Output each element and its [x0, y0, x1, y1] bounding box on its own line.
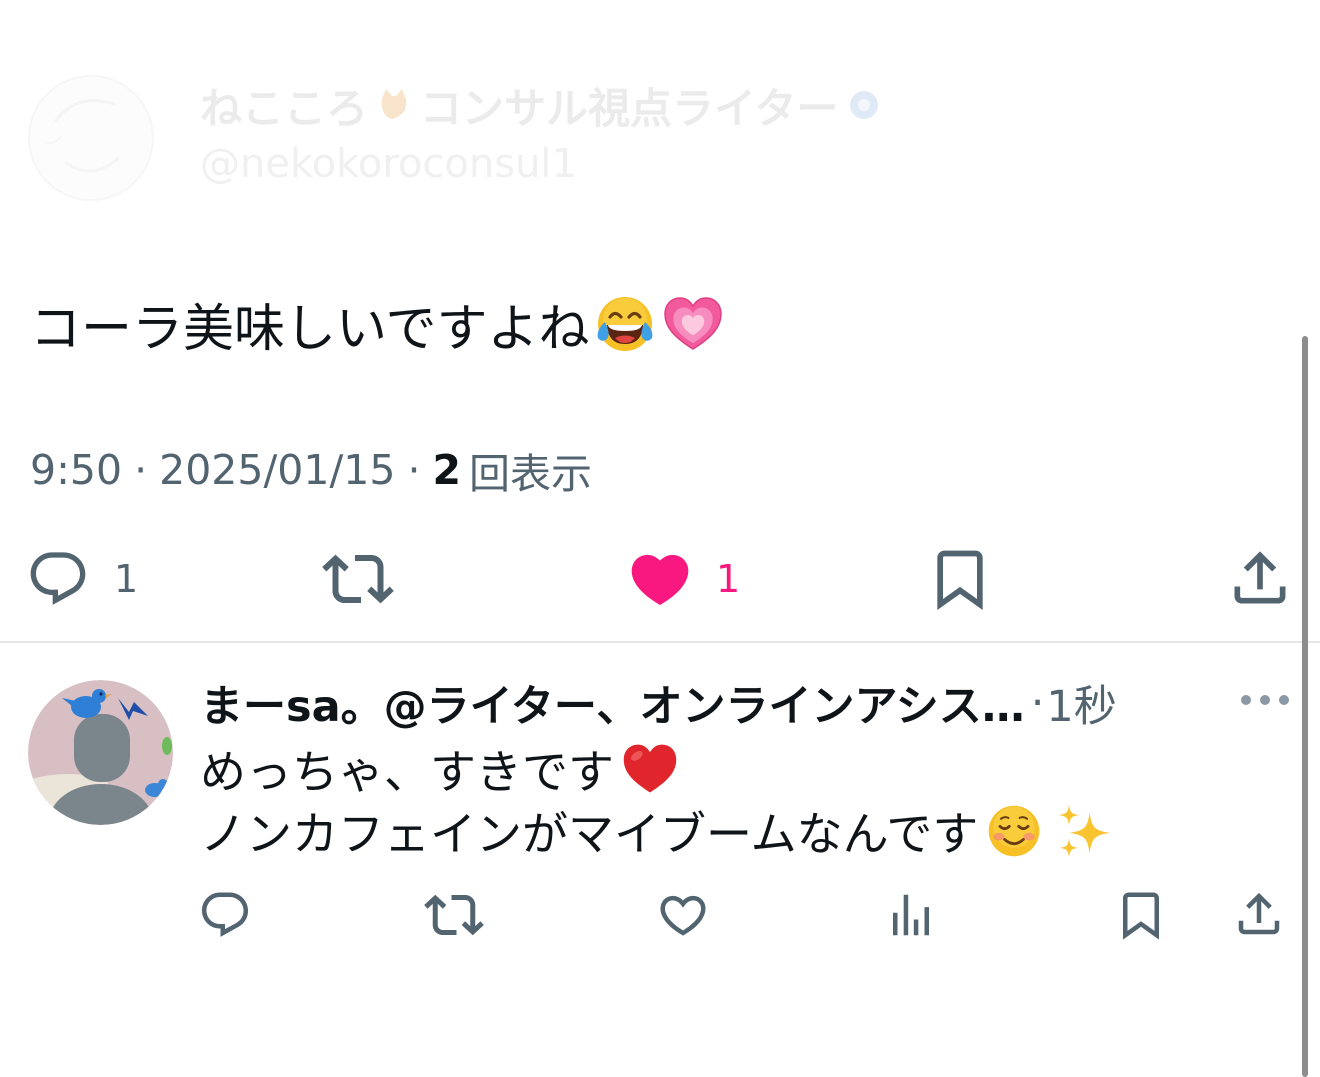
reply-bookmark-button[interactable] [1114, 888, 1168, 942]
share-button[interactable] [1226, 544, 1294, 612]
tweet-text: コーラ美味しいですよね [30, 288, 725, 360]
reply-icon [198, 888, 252, 942]
bookmark-icon [926, 545, 994, 613]
reply-button[interactable]: 1 [26, 547, 138, 611]
sparkles-emoji [1054, 801, 1114, 861]
reply-icon [26, 547, 90, 611]
author-name-part2: コンサル視点ライター [420, 83, 839, 133]
reply-text-line: めっちゃ、すきです [200, 745, 614, 799]
reply-time[interactable]: 1秒 [1046, 672, 1116, 734]
author-avatar[interactable] [25, 72, 157, 204]
author-name[interactable]: ねこころ コンサル視点ライター [200, 76, 890, 134]
reply-like-button[interactable] [656, 888, 710, 942]
reply-views-button[interactable] [884, 888, 938, 942]
views-count[interactable]: 2 [432, 446, 461, 494]
cat-emoji [374, 85, 414, 125]
author-handle[interactable]: @nekokoroconsul1 [200, 138, 577, 190]
face-with-tears-of-joy-emoji [593, 292, 657, 356]
reply-repost-button[interactable] [424, 885, 484, 945]
divider [0, 641, 1320, 643]
views-icon [884, 888, 938, 942]
reply-line-2: ノンカフェインがマイブームなんです [200, 800, 1114, 862]
repost-icon [424, 885, 484, 945]
like-count: 1 [716, 557, 741, 601]
like-button[interactable]: 1 [626, 545, 740, 613]
red-heart-emoji [620, 739, 680, 799]
growing-heart-emoji [661, 292, 725, 356]
more-dots-icon[interactable] [1241, 688, 1289, 712]
scrollbar[interactable] [1302, 336, 1308, 1077]
tweet-meta: 9:50 · 2025/01/15 · 2 回表示 [30, 442, 592, 498]
reply-author-name[interactable]: まーsa。@ライター、オンラインアシス… [200, 672, 1025, 734]
dot [1279, 695, 1289, 705]
reply-line-1: めっちゃ、すきです [200, 738, 680, 800]
repost-button[interactable] [322, 543, 394, 615]
meta-separator: · [134, 446, 148, 494]
reply-text-line: ノンカフェインがマイブームなんです [200, 807, 979, 861]
dot [1260, 695, 1270, 705]
share-icon [1226, 544, 1294, 612]
badge-icon [844, 85, 884, 125]
reply-count: 1 [114, 557, 139, 601]
bookmark-button[interactable] [926, 545, 994, 613]
heart-filled-icon [626, 545, 694, 613]
reply-separator: · [1030, 678, 1045, 728]
tweet-time: 9:50 [30, 446, 123, 494]
reply-header: まーsa。@ライター、オンラインアシス… · 1秒 [200, 672, 1117, 734]
bookmark-icon [1114, 888, 1168, 942]
tweet-date: 2025/01/15 [159, 446, 396, 494]
meta-separator: · [407, 446, 421, 494]
reply-share-button[interactable] [1232, 887, 1286, 941]
author-name-part1: ねこころ [200, 83, 369, 133]
share-icon [1232, 887, 1286, 941]
smiling-face-emoji [984, 801, 1044, 861]
dot [1241, 695, 1251, 705]
views-label[interactable]: 回表示 [469, 440, 592, 500]
reply-reply-button[interactable] [198, 888, 252, 942]
heart-outline-icon [656, 888, 710, 942]
tweet-text-content: コーラ美味しいですよね [30, 300, 590, 359]
reply-avatar[interactable] [28, 680, 173, 825]
repost-icon [322, 543, 394, 615]
